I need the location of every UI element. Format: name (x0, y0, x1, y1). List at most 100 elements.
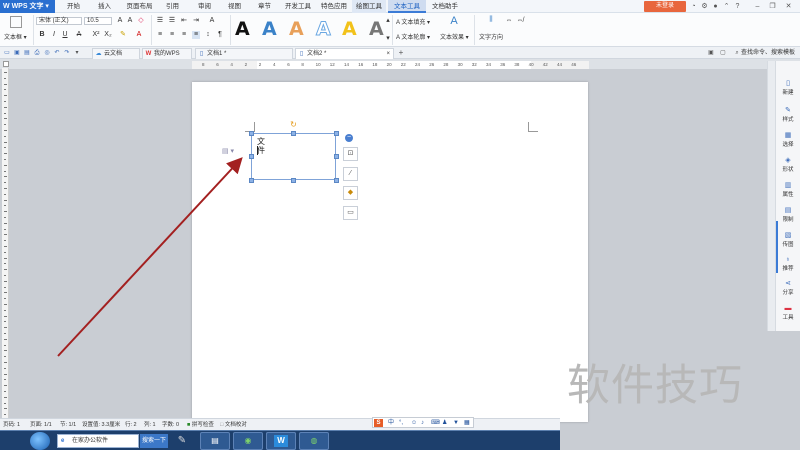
sidebar-item-style[interactable]: ✎ 样式 (776, 106, 800, 123)
redo-icon[interactable]: ↷ (63, 49, 71, 57)
sidebar-item-share[interactable]: ⋖ 分享 (776, 279, 800, 296)
ime-mode-label[interactable]: 中 (388, 419, 394, 427)
horizontal-ruler[interactable]: 8 6 4 2 2 4 6 8 10 12 14 16 18 20 22 24 26 28 30 32 34 36 38 40… (192, 61, 589, 69)
art-text-orange[interactable]: A (289, 17, 304, 41)
sidebar-item-tools[interactable]: ▬ 工具 (776, 304, 800, 321)
text-effect-button[interactable]: 文本效果 ▾ (440, 32, 469, 41)
align-center-icon[interactable]: ≡ (168, 31, 176, 39)
art-text-black[interactable]: A (235, 17, 250, 41)
export-pdf-icon[interactable]: ▤ (23, 49, 31, 57)
shrink-font-icon[interactable]: A (126, 17, 134, 25)
layout-option-icon[interactable]: ⊡ (343, 147, 358, 161)
resize-handle-w[interactable] (249, 154, 254, 159)
rotate-handle-icon[interactable]: ↻ (290, 121, 297, 129)
menu-developer[interactable]: 开发工具 (282, 0, 314, 13)
gear-icon[interactable]: ⚙ (699, 0, 710, 13)
tab-cloud-docs[interactable]: ☁ 云文档 (92, 48, 140, 59)
save-icon[interactable]: ▣ (13, 49, 21, 57)
line-spacing-icon[interactable]: ↕ (204, 31, 212, 39)
highlight-icon[interactable]: ✎ (119, 31, 127, 39)
print-icon[interactable]: ⎙ (33, 49, 41, 57)
sidebar-item-select[interactable]: ▦ 选择 (776, 131, 800, 148)
vertical-scrollbar[interactable] (767, 61, 775, 331)
line-style-icon[interactable]: ⁄ (343, 167, 358, 181)
superscript-icon[interactable]: X² (92, 31, 100, 39)
text-effect-icon[interactable]: A (448, 16, 460, 29)
restore-icon[interactable]: ❐ (767, 0, 778, 13)
undo-icon[interactable]: ↶ (53, 49, 61, 57)
skin-icon[interactable]: ◔ (688, 0, 699, 13)
login-button[interactable]: 未登录 (644, 1, 686, 12)
paragraph-mark-icon[interactable]: ¶ (216, 31, 224, 39)
outline-color-icon[interactable]: ▭ (343, 206, 358, 220)
link-textbox-icon[interactable]: ⇔ (505, 17, 513, 25)
chat-icon[interactable]: ▢ (719, 49, 727, 57)
taskbar-search-input[interactable]: e 在家办公软件 (57, 434, 139, 448)
align-left-icon[interactable]: ≡ (156, 31, 164, 39)
minimize-icon[interactable]: – (752, 0, 763, 13)
bold-icon[interactable]: B (38, 31, 46, 39)
font-size-select[interactable]: 10.5 (84, 17, 112, 25)
menu-chapter[interactable]: 章节 (252, 0, 277, 13)
resize-handle-sw[interactable] (249, 178, 254, 183)
app-menu-button[interactable]: W WPS 文字 ▾ (0, 0, 55, 13)
sidebar-item-restrict[interactable]: ▤ 限制 (776, 206, 800, 223)
font-color-icon[interactable]: A (135, 31, 143, 39)
art-gallery-down-icon[interactable]: ▾ (384, 35, 392, 43)
help-icon[interactable]: ? (732, 0, 743, 13)
layout-options-icon[interactable]: ▤ ▾ (222, 147, 234, 155)
search-icon[interactable]: ⌕ (733, 49, 741, 57)
sidebar-item-new[interactable]: ▯ 新建 (776, 79, 800, 96)
menu-insert[interactable]: 插入 (92, 0, 117, 13)
resize-handle-s[interactable] (291, 178, 296, 183)
textbox-icon[interactable] (10, 16, 22, 28)
menu-references[interactable]: 引用 (160, 0, 185, 13)
resize-handle-nw[interactable] (249, 131, 254, 136)
menu-drawing-tools[interactable]: 绘图工具 (352, 0, 386, 13)
break-link-icon[interactable]: ⇎ (516, 17, 524, 25)
alert-icon[interactable]: ● (710, 0, 721, 13)
punctuation-icon[interactable]: °, (399, 419, 403, 427)
art-gallery-up-icon[interactable]: ▴ (384, 17, 392, 25)
grow-font-icon[interactable]: A (116, 17, 124, 25)
input-method-bar[interactable]: S 中 °, ☺ ♪ ⌨ ♟ ▼ ▦ (372, 417, 474, 428)
taskbar-browser-button[interactable]: ◉ (233, 432, 263, 450)
microphone-icon[interactable]: ♪ (421, 419, 424, 427)
art-text-outline[interactable]: A (316, 17, 332, 41)
numbered-list-icon[interactable]: ☰ (168, 17, 176, 25)
font-name-select[interactable]: 宋体 (正文) (36, 17, 82, 25)
resize-handle-se[interactable] (334, 178, 339, 183)
text-fill-button[interactable]: A 文本填充 ▾ (396, 17, 430, 26)
preview-icon[interactable]: ◎ (43, 49, 51, 57)
taskbar-wps-button[interactable]: W (266, 432, 296, 450)
textbox-button[interactable]: 文本框 ▾ (4, 32, 27, 41)
start-button[interactable] (30, 432, 50, 450)
skin-shirt-icon[interactable]: ▼ (453, 419, 459, 427)
text-direction-button[interactable]: 文字方向 (479, 32, 503, 41)
sogou-logo-icon[interactable]: S (374, 419, 383, 427)
command-search-input[interactable]: 查找命令、搜索模板 (741, 47, 795, 59)
align-right-icon[interactable]: ≡ (180, 31, 188, 39)
menu-view[interactable]: 视图 (222, 0, 247, 13)
asian-layout-icon[interactable]: A (208, 17, 216, 25)
sidebar-item-properties[interactable]: ▥ 属性 (776, 181, 800, 198)
tab-my-wps[interactable]: W 我的WPS (142, 48, 192, 59)
resize-handle-e[interactable] (334, 154, 339, 159)
tools-icon[interactable]: ✎ (174, 433, 190, 449)
emoji-icon[interactable]: ☺ (411, 419, 417, 427)
italic-icon[interactable]: I (50, 31, 58, 39)
new-tab-button[interactable]: + (397, 49, 405, 57)
tab-doc1[interactable]: ▯ 文档1 * (195, 48, 293, 59)
menu-doc-assistant[interactable]: 文档助手 (428, 0, 462, 13)
keyboard-icon[interactable]: ⌨ (431, 419, 440, 427)
sidebar-item-upload-image[interactable]: ▧ 传图 (776, 231, 800, 248)
underline-icon[interactable]: U (61, 31, 69, 39)
resize-handle-n[interactable] (291, 131, 296, 136)
taskbar-wechat-button[interactable]: ◍ (299, 432, 329, 450)
taskbar-explorer-button[interactable]: ▤ (200, 432, 230, 450)
strikethrough-icon[interactable]: A (75, 31, 83, 39)
collapse-icon[interactable]: − (345, 134, 353, 142)
resize-handle-ne[interactable] (334, 131, 339, 136)
menu-text-tools[interactable]: 文本工具 (388, 0, 426, 13)
text-outline-button[interactable]: A 文本轮廓 ▾ (396, 32, 430, 41)
